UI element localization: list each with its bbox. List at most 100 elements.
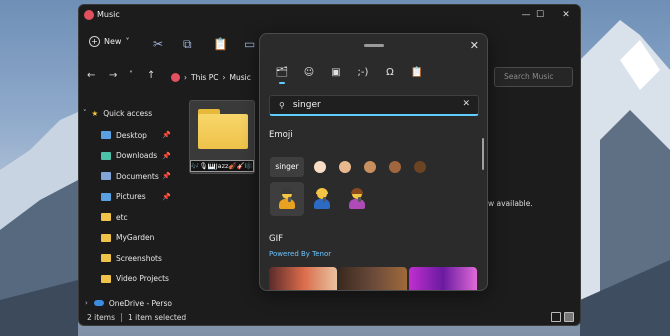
details-view-button[interactable] bbox=[551, 312, 561, 322]
skin-tone-swatch[interactable] bbox=[413, 161, 426, 173]
desktop-icon bbox=[101, 131, 111, 139]
skin-tone-swatch[interactable] bbox=[363, 161, 376, 173]
panel-close-button[interactable]: ✕ bbox=[470, 39, 479, 52]
plus-icon: + bbox=[89, 36, 100, 47]
sidebar-item-label: Quick access bbox=[103, 108, 153, 118]
rename-textbox[interactable]: 🎶🎙🎹Jazz🎻🎸🎼 bbox=[190, 160, 254, 172]
search-placeholder: Search Music bbox=[504, 72, 554, 81]
sidebar-item-label: MyGarden bbox=[116, 233, 155, 242]
sidebar-item-video-projects[interactable]: Video Projects bbox=[79, 269, 179, 289]
sidebar-item-label: Desktop bbox=[116, 130, 147, 140]
navigation-pane: ˅ ★ Quick access Desktop 📌 Downloads 📌 Docum… bbox=[79, 99, 179, 309]
star-icon: ★ bbox=[91, 108, 99, 118]
tab-kaomoji[interactable]: ;-) bbox=[355, 66, 371, 80]
breadcrumb-this-pc[interactable]: This PC bbox=[191, 73, 218, 82]
pin-icon[interactable]: 📌 bbox=[162, 152, 171, 160]
emoji-search-value: singer bbox=[292, 100, 321, 110]
panel-tabs: 🗂 ☺ ▣ ;-) Ω 📋 bbox=[274, 66, 425, 84]
gif-thumbnail[interactable] bbox=[269, 267, 337, 290]
sidebar-item-onedrive[interactable]: › OneDrive - Perso bbox=[79, 296, 179, 310]
sidebar-item-label: OneDrive - Perso bbox=[108, 298, 173, 308]
sidebar-item-quick-access[interactable]: ˅ ★ Quick access bbox=[79, 103, 179, 123]
sidebar-item-desktop[interactable]: Desktop 📌 bbox=[79, 125, 179, 145]
item-count: 2 items bbox=[87, 312, 116, 322]
pictures-icon bbox=[101, 192, 111, 201]
copy-icon[interactable]: ⧉ bbox=[183, 37, 192, 52]
sidebar-item-mygarden[interactable]: MyGarden bbox=[79, 228, 179, 248]
selection-count: 1 item selected bbox=[128, 312, 187, 322]
singer-icon bbox=[278, 188, 296, 209]
tab-gif[interactable]: ▣ bbox=[328, 66, 344, 80]
sidebar-item-screenshots[interactable]: Screenshots bbox=[79, 248, 179, 268]
title-bar: Music — ☐ ✕ bbox=[79, 5, 580, 25]
status-separator bbox=[121, 312, 123, 322]
sidebar-item-label: Screenshots bbox=[116, 253, 162, 263]
cut-icon[interactable]: ✂ bbox=[153, 37, 163, 51]
status-bar: 2 items 1 item selected bbox=[79, 309, 580, 325]
download-icon bbox=[101, 151, 111, 160]
new-button[interactable]: + New ˅ bbox=[89, 36, 129, 47]
paste-icon[interactable]: 📋 bbox=[213, 37, 228, 51]
singer-icon bbox=[348, 188, 366, 209]
tab-symbols[interactable]: Ω bbox=[382, 66, 398, 80]
sidebar-item-etc[interactable]: etc bbox=[79, 207, 179, 227]
sidebar-item-documents[interactable]: Documents 📌 bbox=[79, 166, 179, 186]
pin-icon[interactable]: 📌 bbox=[162, 172, 171, 180]
forward-button[interactable]: → bbox=[109, 70, 117, 81]
emoji-panel: ✕ 🗂 ☺ ▣ ;-) Ω 📋 ⚲ singer ✕ Emoji singer … bbox=[259, 33, 488, 291]
minimize-button[interactable]: — bbox=[519, 8, 533, 22]
gif-thumbnail[interactable] bbox=[339, 267, 407, 290]
up-button[interactable]: ↑ bbox=[147, 70, 155, 81]
folder-icon bbox=[101, 233, 111, 242]
skin-tone-swatch[interactable] bbox=[313, 161, 326, 173]
sidebar-item-downloads[interactable]: Downloads 📌 bbox=[79, 146, 179, 166]
sidebar-item-label: Video Projects bbox=[116, 274, 169, 283]
tab-clipboard[interactable]: 📋 bbox=[409, 66, 425, 80]
gif-results bbox=[269, 267, 477, 290]
close-button[interactable]: ✕ bbox=[559, 8, 573, 22]
gif-thumbnail[interactable] bbox=[409, 267, 477, 290]
man-singer-emoji[interactable] bbox=[305, 182, 339, 216]
sidebar-item-pictures[interactable]: Pictures 📌 bbox=[79, 187, 179, 207]
skin-tone-label: singer bbox=[270, 157, 304, 177]
tab-emoji[interactable]: ☺ bbox=[301, 66, 317, 80]
chevron-down-icon: ˅ bbox=[83, 109, 87, 117]
breadcrumb-sep-1: › bbox=[184, 72, 187, 82]
sidebar-item-label: Downloads bbox=[116, 151, 158, 160]
singer-icon bbox=[313, 188, 331, 209]
music-location-icon bbox=[171, 72, 180, 82]
address-bar[interactable]: › This PC › Music bbox=[167, 68, 259, 86]
clear-search-button[interactable]: ✕ bbox=[462, 99, 470, 109]
tab-recent[interactable]: 🗂 bbox=[274, 66, 290, 84]
documents-icon bbox=[101, 172, 111, 180]
search-input[interactable]: Search Music bbox=[494, 67, 573, 87]
skin-tone-swatch[interactable] bbox=[388, 161, 401, 173]
large-icons-view-button[interactable] bbox=[564, 312, 574, 322]
folder-icon bbox=[101, 274, 111, 283]
recent-locations-button[interactable]: ˅ bbox=[129, 70, 133, 79]
woman-singer-emoji[interactable] bbox=[340, 182, 374, 216]
chevron-right-icon: › bbox=[85, 299, 88, 307]
pin-icon[interactable]: 📌 bbox=[162, 193, 171, 201]
chevron-down-icon: ˅ bbox=[125, 37, 130, 46]
skin-tone-row: singer bbox=[270, 157, 432, 177]
panel-scrollbar[interactable] bbox=[482, 138, 484, 170]
maximize-button[interactable]: ☐ bbox=[533, 8, 547, 22]
file-list: 🎶🎙🎹Jazz🎻🎸🎼 bbox=[181, 95, 261, 295]
panel-drag-handle[interactable] bbox=[364, 44, 384, 47]
section-title-emoji: Emoji bbox=[269, 130, 293, 140]
pin-icon[interactable]: 📌 bbox=[162, 131, 171, 139]
skin-tone-swatch[interactable] bbox=[338, 161, 351, 173]
tenor-attribution[interactable]: Powered By Tenor bbox=[269, 250, 331, 258]
rename-icon[interactable]: ▭ bbox=[244, 37, 255, 51]
breadcrumb-music[interactable]: Music bbox=[229, 73, 250, 82]
folder-icon bbox=[101, 213, 111, 221]
folder-icon bbox=[198, 109, 248, 149]
new-label: New bbox=[104, 37, 122, 46]
emoji-search-input[interactable]: ⚲ singer ✕ bbox=[269, 95, 479, 116]
emoji-results bbox=[270, 182, 374, 216]
back-button[interactable]: ← bbox=[87, 70, 95, 81]
search-icon: ⚲ bbox=[279, 100, 285, 110]
singer-emoji[interactable] bbox=[270, 182, 304, 216]
breadcrumb-sep-2: › bbox=[222, 72, 226, 82]
